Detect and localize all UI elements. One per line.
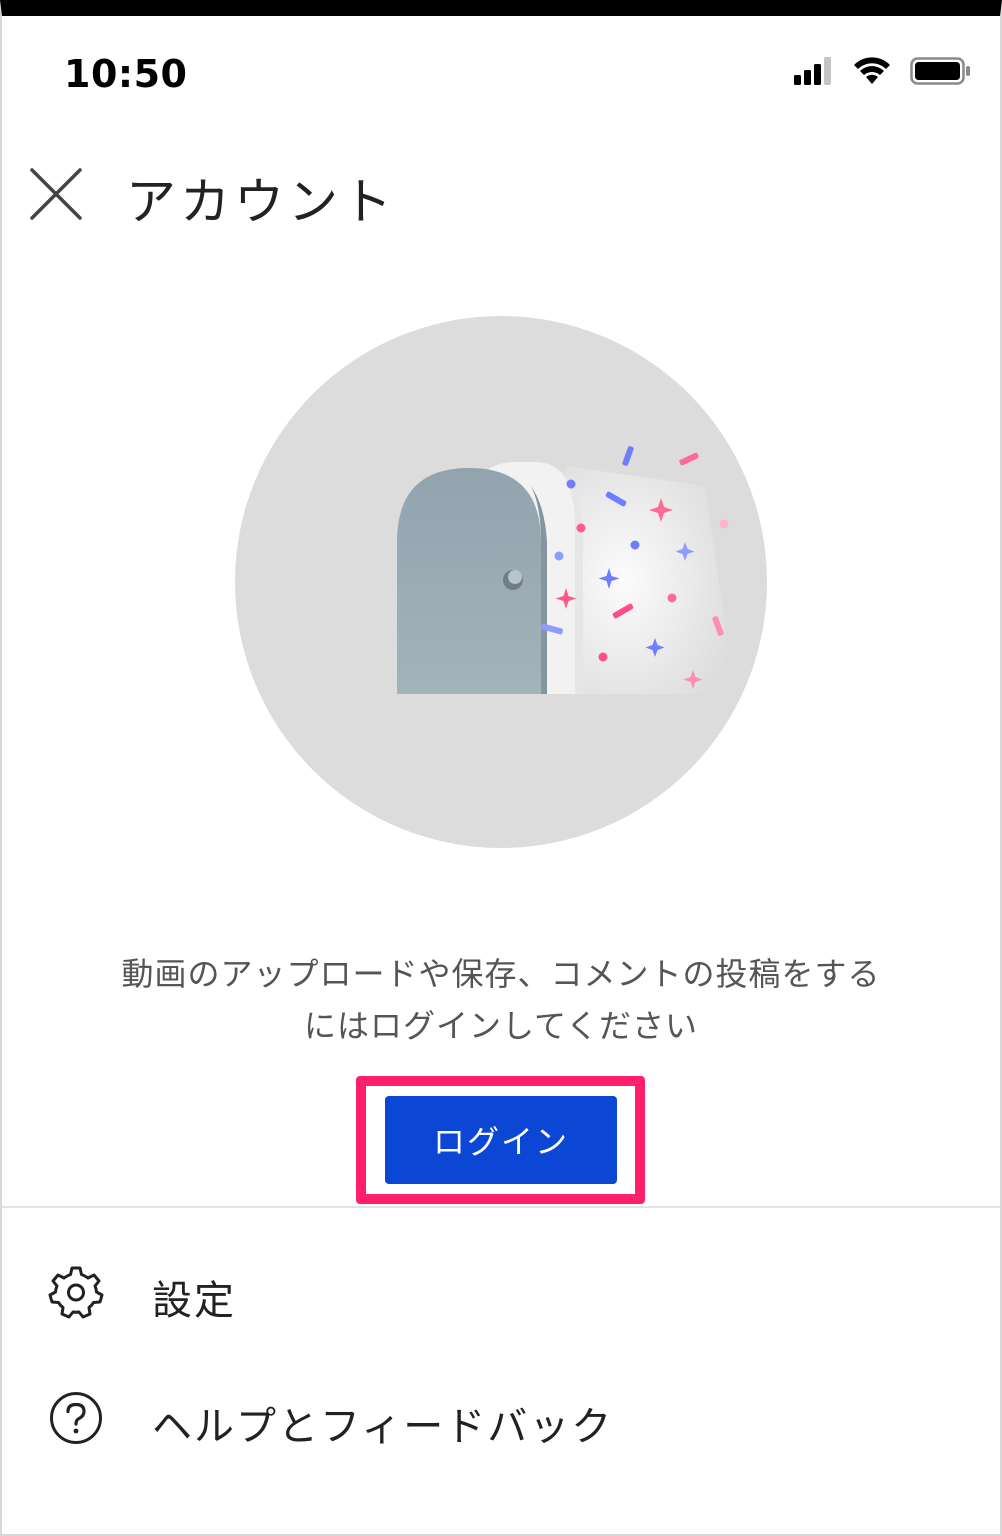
status-time: 10:50 — [64, 52, 188, 96]
gear-icon — [48, 1266, 104, 1319]
login-illustration — [235, 316, 767, 848]
message-line-1: 動画のアップロードや保存、コメントの投稿をする — [121, 955, 881, 993]
login-button[interactable]: ログイン — [385, 1096, 617, 1184]
divider — [2, 1206, 1000, 1208]
page-title: アカウント — [126, 173, 396, 231]
status-icons — [794, 56, 972, 86]
menu-item-label: ヘルプとフィードバック — [152, 1404, 614, 1450]
help-circle-icon — [50, 1392, 102, 1444]
menu-item-help-feedback[interactable]: ヘルプとフィードバック — [2, 1358, 1000, 1478]
close-button[interactable] — [24, 162, 88, 226]
message-line-2: にはログインしてください — [303, 1007, 699, 1045]
cellular-signal-icon — [794, 57, 831, 85]
close-icon — [30, 168, 82, 220]
login-prompt-message: 動画のアップロードや保存、コメントの投稿をする にはログインしてください — [60, 948, 942, 1052]
header: アカウント — [0, 140, 1002, 250]
wifi-icon — [854, 57, 890, 84]
menu-item-label: 設定 — [152, 1278, 236, 1324]
status-bar: 10:50 — [0, 16, 1002, 116]
battery-icon — [910, 57, 970, 85]
menu-item-settings[interactable]: 設定 — [2, 1232, 1000, 1352]
open-door-illustration — [235, 316, 767, 848]
